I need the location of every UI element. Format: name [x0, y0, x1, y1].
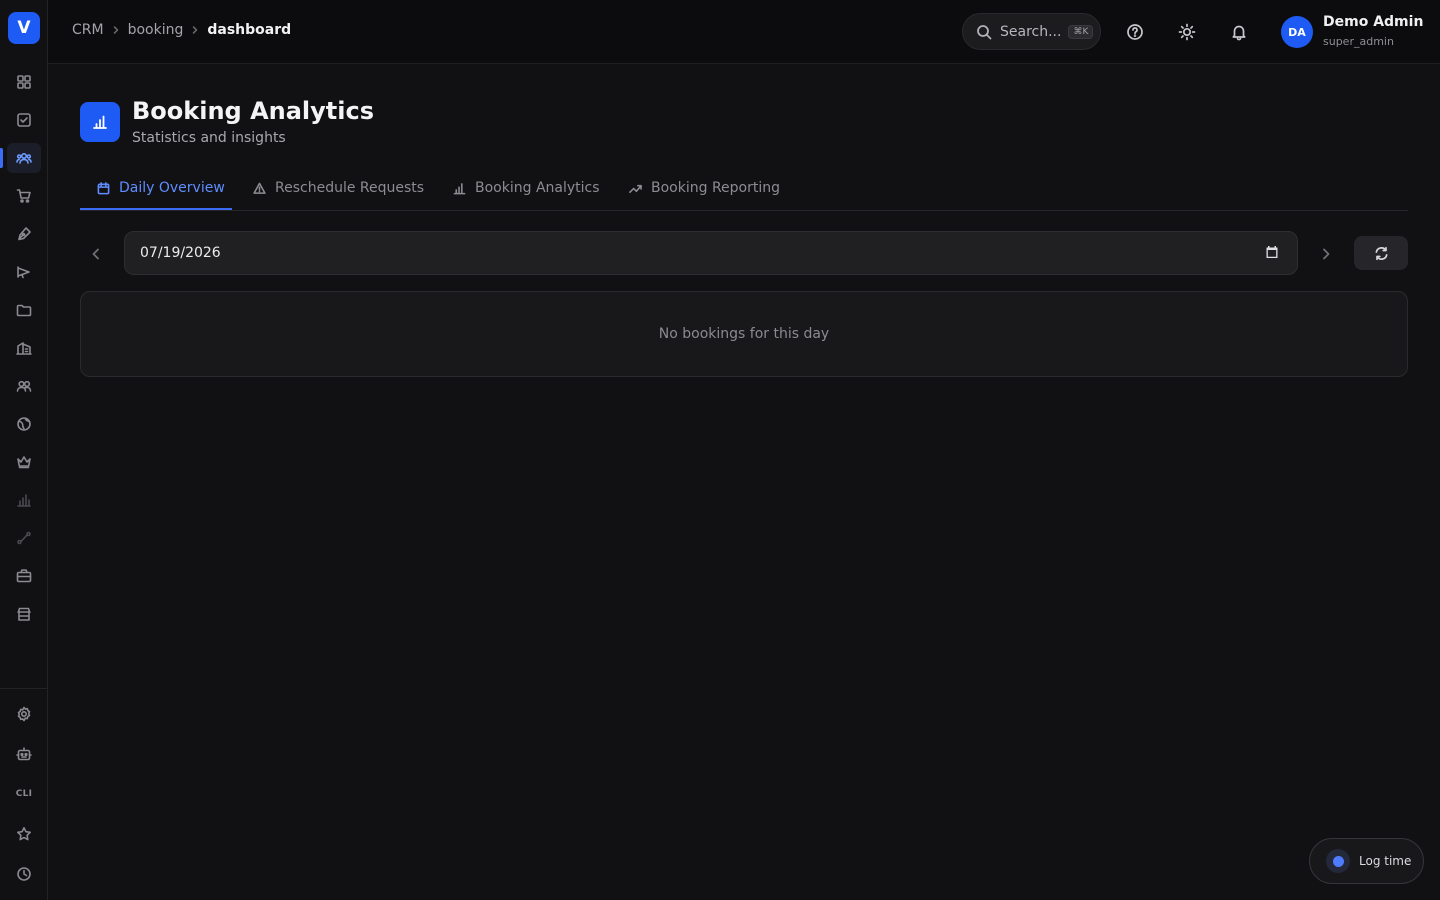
tab-label: Booking Reporting: [651, 180, 781, 196]
sidebar-item-history[interactable]: [7, 859, 41, 889]
bar-chart-icon: [17, 494, 31, 507]
pen-nib-icon: [18, 227, 31, 241]
sidebar: V CLI: [0, 0, 48, 900]
users-icon: [16, 152, 32, 164]
tab-bar: Daily Overview Reschedule Requests Booki…: [80, 166, 1408, 211]
chevron-left-icon: [92, 248, 99, 260]
sidebar-item-dashboard[interactable]: [7, 67, 41, 97]
breadcrumb-dashboard: dashboard: [207, 22, 292, 38]
bar-chart-icon: [453, 182, 466, 194]
avatar[interactable]: DA: [1281, 16, 1313, 48]
user-role: super_admin: [1323, 35, 1394, 48]
help-icon: [1127, 24, 1143, 40]
sidebar-item-premium[interactable]: [7, 447, 41, 477]
user-name[interactable]: Demo Admin: [1323, 14, 1423, 30]
sidebar-active-indicator: [0, 148, 3, 168]
bell-icon: [1232, 25, 1246, 41]
tab-label: Daily Overview: [119, 180, 225, 196]
sidebar-item-shop[interactable]: [7, 181, 41, 211]
sidebar-item-settings[interactable]: [7, 699, 41, 729]
tab-active-underline: [80, 208, 232, 210]
cli-icon: CLI: [15, 789, 33, 799]
sidebar-item-content[interactable]: [7, 219, 41, 249]
grid-icon: [17, 75, 31, 89]
warning-icon: [253, 182, 266, 194]
refresh-icon: [1375, 246, 1387, 260]
search-shortcut-badge: ⌘K: [1068, 24, 1094, 39]
handshake-icon: [16, 380, 32, 392]
help-button[interactable]: [1123, 20, 1147, 44]
theme-sun-icon: [1178, 23, 1196, 41]
chevron-right-icon: [104, 25, 128, 35]
calendar-picker-icon[interactable]: [1265, 245, 1281, 261]
date-value: 07/19/2026: [140, 245, 221, 261]
clock-icon: [17, 867, 31, 881]
avatar-initials: DA: [1288, 25, 1306, 39]
log-time-label: Log time: [1359, 854, 1412, 868]
sidebar-item-marketing[interactable]: [7, 257, 41, 287]
app-logo[interactable]: V: [8, 12, 40, 44]
star-icon: [17, 827, 31, 841]
page-title: Booking Analytics: [132, 97, 375, 125]
timer-icon: [1326, 849, 1350, 873]
tab-label: Reschedule Requests: [275, 180, 425, 196]
settings-icon: [17, 706, 31, 722]
theme-toggle-button[interactable]: [1175, 20, 1199, 44]
breadcrumb: CRM booking dashboard: [72, 22, 291, 38]
page-icon: [80, 102, 120, 142]
empty-state-panel: No bookings for this day: [80, 291, 1408, 377]
sidebar-item-partners[interactable]: [7, 371, 41, 401]
sidebar-divider: [0, 688, 48, 689]
tab-reschedule-requests[interactable]: Reschedule Requests: [253, 166, 424, 210]
sidebar-item-web[interactable]: [7, 409, 41, 439]
search-button[interactable]: Search... ⌘K: [962, 13, 1101, 50]
page-subtitle: Statistics and insights: [132, 130, 286, 146]
sidebar-item-routes[interactable]: [7, 523, 41, 553]
megaphone-icon: [17, 266, 30, 279]
top-header: CRM booking dashboard Search... ⌘K DA De…: [48, 0, 1440, 64]
sidebar-item-crm[interactable]: [7, 143, 41, 173]
previous-day-button[interactable]: [84, 242, 108, 266]
globe-icon: [17, 417, 31, 431]
calendar-icon: [97, 181, 110, 194]
checkbox-icon: [17, 113, 31, 127]
crown-icon: [17, 456, 31, 469]
search-placeholder: Search...: [1000, 23, 1062, 40]
app-root: V CLI CRM booking dashboard Search... ⌘K…: [0, 0, 1440, 900]
sidebar-item-store[interactable]: [7, 599, 41, 629]
chevron-right-icon: [1323, 248, 1330, 260]
store-icon: [17, 607, 31, 621]
tab-booking-reporting[interactable]: Booking Reporting: [629, 166, 780, 210]
sidebar-item-tasks[interactable]: [7, 105, 41, 135]
refresh-button[interactable]: [1354, 236, 1408, 270]
breadcrumb-booking[interactable]: booking: [128, 22, 184, 38]
trending-up-icon: [629, 184, 642, 193]
empty-state-message: No bookings for this day: [658, 326, 830, 342]
search-icon: [977, 24, 992, 39]
tab-daily-overview[interactable]: Daily Overview: [97, 166, 225, 210]
log-time-button[interactable]: Log time: [1309, 838, 1424, 884]
folder-icon: [16, 304, 32, 317]
sidebar-item-favorites[interactable]: [7, 819, 41, 849]
sidebar-item-bots[interactable]: [7, 739, 41, 769]
tab-label: Booking Analytics: [475, 180, 600, 196]
logo-letter: V: [17, 18, 31, 38]
sidebar-item-company[interactable]: [7, 333, 41, 363]
sidebar-item-jobs[interactable]: [7, 561, 41, 591]
cart-icon: [16, 189, 31, 203]
route-icon: [17, 531, 31, 545]
chevron-right-icon: [183, 25, 207, 35]
sidebar-item-reports[interactable]: [7, 485, 41, 515]
next-day-button[interactable]: [1314, 242, 1338, 266]
date-field[interactable]: 07/19/2026: [124, 231, 1298, 275]
briefcase-icon: [16, 569, 32, 583]
robot-icon: [16, 747, 32, 761]
building-icon: [16, 342, 32, 355]
sidebar-item-cli[interactable]: CLI: [7, 779, 41, 809]
bar-chart-icon: [93, 115, 107, 129]
tab-booking-analytics[interactable]: Booking Analytics: [453, 166, 600, 210]
breadcrumb-crm[interactable]: CRM: [72, 22, 104, 38]
notifications-button[interactable]: [1227, 20, 1251, 44]
sidebar-item-files[interactable]: [7, 295, 41, 325]
